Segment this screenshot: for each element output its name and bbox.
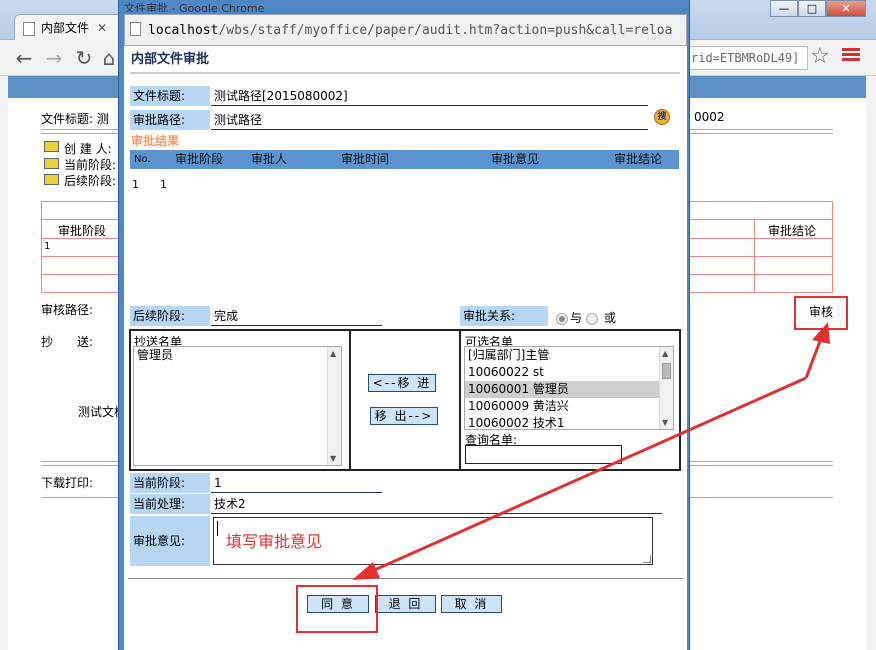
next-stage-value: 完成 xyxy=(211,306,382,326)
col-approver: 审批人 xyxy=(251,152,288,166)
minimize-button[interactable]: — xyxy=(770,0,798,17)
window-controls: — □ ✕ xyxy=(770,0,866,18)
next-stage-label: 后续阶段: xyxy=(130,306,210,326)
bg-current-stage-label: 当前阶段: xyxy=(64,158,117,172)
list-item[interactable]: 10060022 st xyxy=(465,364,673,381)
highlight-box xyxy=(296,585,378,633)
list-item[interactable]: 10060009 黄洁兴 xyxy=(465,398,673,415)
query-input[interactable] xyxy=(465,445,622,464)
page-icon xyxy=(23,21,35,36)
current-handler-label: 当前处理: xyxy=(130,494,210,514)
url-path: /wbs/staff/myoffice/paper/audit.htm?acti… xyxy=(218,23,673,38)
bg-audit-path-label: 审核路径: xyxy=(41,303,94,317)
dialog-heading: 内部文件审批 xyxy=(131,52,210,67)
col-result: 审批结论 xyxy=(614,152,663,166)
move-in-button[interactable]: <--移 进 xyxy=(368,374,436,392)
url-host: localhost xyxy=(148,23,219,38)
forward-arrow-icon[interactable]: → xyxy=(42,46,66,70)
home-icon[interactable]: ⌂ xyxy=(100,46,118,70)
heading-divider xyxy=(130,72,680,74)
tab-title: 内部文件 xyxy=(41,21,90,35)
background-address-bar[interactable]: rid=ETBMRoDL49] xyxy=(688,46,808,70)
bg-col-result: 审批结论 xyxy=(768,224,817,238)
close-window-button[interactable]: ✕ xyxy=(826,0,866,17)
opinion-hint-annotation: 填写审批意见 xyxy=(226,532,323,551)
panel-divider xyxy=(459,329,461,471)
relation-label: 审批关系: xyxy=(460,306,548,326)
file-title-value: 测试路径[2015080002] xyxy=(211,86,648,106)
col-stage: 审批阶段 xyxy=(175,152,224,166)
col-time: 审批时间 xyxy=(341,152,390,166)
menu-icon[interactable] xyxy=(842,46,860,64)
scrollbar-thumb[interactable] xyxy=(662,363,671,379)
list-item[interactable]: [归属部门]主管 xyxy=(465,347,673,364)
arrow-icon xyxy=(44,174,59,185)
list-item[interactable]: 10060002 技术1 xyxy=(465,415,673,429)
bg-cc-label: 抄 送: xyxy=(41,335,94,349)
maximize-button[interactable]: □ xyxy=(798,0,826,17)
relation-or-label: 或 xyxy=(604,311,617,325)
current-stage-value: 1 xyxy=(211,473,382,493)
arrow-icon xyxy=(44,158,59,169)
resize-handle[interactable] xyxy=(643,555,651,563)
table-row: 1 1 xyxy=(130,178,679,194)
text-cursor xyxy=(217,521,218,536)
audit-button[interactable]: 审核 xyxy=(794,296,848,330)
audit-path-value: 测试路径 xyxy=(211,110,648,130)
bg-creator-label: 创 建 人: xyxy=(64,142,112,156)
reload-icon[interactable]: ↻ xyxy=(72,46,96,70)
row-no: 1 xyxy=(132,178,139,191)
relation-and-radio[interactable] xyxy=(556,312,568,325)
bg-table-col xyxy=(754,219,755,293)
file-title-label: 文件标题: xyxy=(130,86,210,106)
cancel-button[interactable]: 取 消 xyxy=(441,595,502,613)
panel-divider xyxy=(349,329,351,471)
scrollbar[interactable]: ▲ ▼ xyxy=(659,347,673,429)
results-table-header: No. 审批阶段 审批人 审批时间 审批意见 审批结论 xyxy=(130,150,679,169)
current-handler-value: 技术2 xyxy=(211,494,662,514)
dialog-url[interactable]: localhost/wbs/staff/myoffice/paper/audit… xyxy=(148,20,684,42)
footer-divider xyxy=(128,578,683,579)
col-opinion: 审批意见 xyxy=(491,152,540,166)
row-stage: 1 xyxy=(160,178,167,191)
bg-next-stage-label: 后续阶段: xyxy=(64,174,117,188)
move-out-button[interactable]: 移 出--> xyxy=(370,407,438,425)
bookmark-star-icon[interactable]: ☆ xyxy=(810,44,830,69)
dialog-window-title: 文件审批 - Google Chrome xyxy=(124,2,265,12)
cc-listbox[interactable]: 管理员 ▲ ▼ xyxy=(133,346,342,466)
scrollbar[interactable]: ▲ ▼ xyxy=(327,347,341,465)
list-item-selected[interactable]: 10060001 管理员 xyxy=(465,381,673,398)
bg-row-number: 1 xyxy=(44,241,51,252)
arrow-icon xyxy=(44,141,59,152)
search-icon[interactable]: 搜 xyxy=(654,109,670,125)
return-button[interactable]: 退 回 xyxy=(375,595,436,613)
tab-close-icon[interactable]: ✕ xyxy=(97,21,107,35)
list-item[interactable]: 管理员 xyxy=(134,347,341,364)
relation-and-label: 与 xyxy=(570,311,583,325)
back-arrow-icon[interactable]: ← xyxy=(12,46,36,70)
opinion-label: 审批意见: xyxy=(130,516,210,566)
bg-col-stage: 审批阶段 xyxy=(58,224,107,238)
relation-or-radio[interactable] xyxy=(586,312,599,325)
audit-path-label: 审批路径: xyxy=(130,110,210,130)
results-section-title: 审批结果 xyxy=(131,134,180,148)
page-icon xyxy=(130,22,141,36)
bg-file-title-label: 文件标题: 测 xyxy=(41,112,109,126)
background-tab[interactable]: 内部文件 ✕ xyxy=(14,14,124,41)
bg-page-number: 0002 xyxy=(694,110,725,124)
candidates-listbox[interactable]: [归属部门]主管 10060022 st 10060001 管理员 100600… xyxy=(464,346,674,430)
col-no: No. xyxy=(134,154,151,165)
current-stage-label: 当前阶段: xyxy=(130,473,210,493)
bg-download-label: 下载打印: xyxy=(41,476,94,490)
relation-options: 与或 xyxy=(556,309,616,326)
